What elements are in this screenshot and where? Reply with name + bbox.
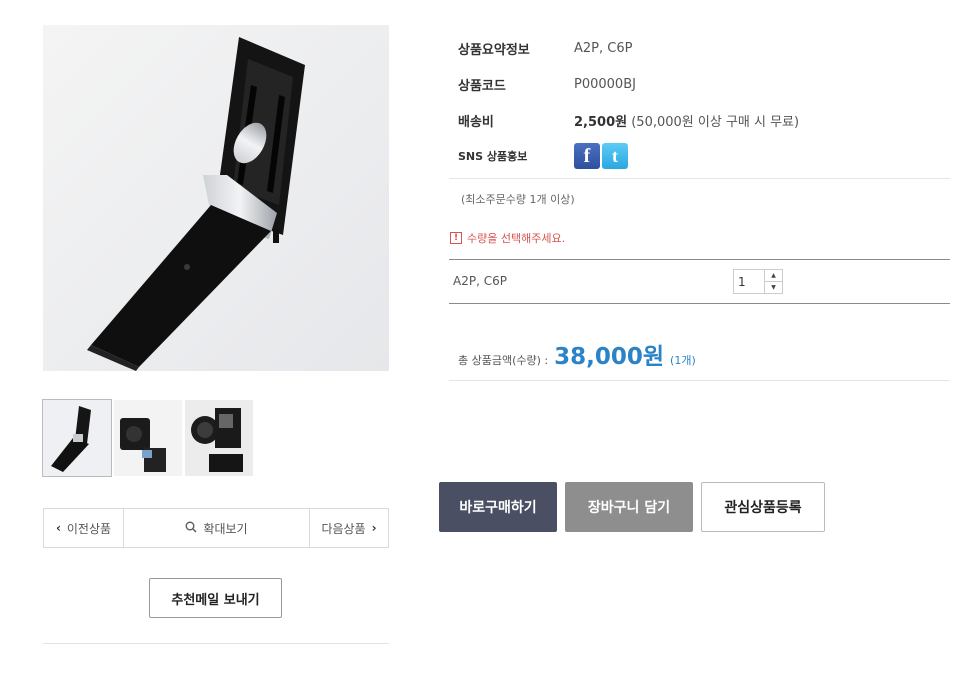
thumbnail-1[interactable] (42, 399, 112, 477)
code-value: P00000BJ (574, 76, 636, 92)
sns-row: SNS 상품홍보 f t (458, 138, 950, 174)
zoom-label: 확대보기 (203, 521, 248, 536)
prev-product-button[interactable]: ‹ 이전상품 (44, 509, 124, 547)
facebook-icon[interactable]: f (574, 143, 600, 169)
search-icon (185, 521, 197, 536)
quantity-input[interactable] (734, 270, 764, 293)
chevron-left-icon: ‹ (55, 521, 61, 535)
add-to-cart-button[interactable]: 장바구니 담기 (565, 482, 693, 532)
recommend-email-button[interactable]: 추천메일 보내기 (149, 578, 282, 618)
quantity-up-icon[interactable]: ▲ (765, 270, 782, 282)
product-nav-bar: ‹ 이전상품 확대보기 다음상품 › (43, 508, 389, 548)
divider (449, 303, 950, 304)
total-label: 총 상품금액(수량) : (458, 354, 549, 367)
total-price-block: 총 상품금액(수량) : 38,000원 (1개) (458, 337, 696, 371)
quantity-down-icon[interactable]: ▼ (765, 282, 782, 293)
divider (449, 259, 950, 260)
divider (43, 643, 389, 644)
warning-text: 수량을 선택해주세요. (467, 232, 566, 245)
buy-now-button[interactable]: 바로구매하기 (439, 482, 557, 532)
next-product-label: 다음상품 (321, 521, 366, 536)
total-count: (1개) (670, 354, 696, 367)
chevron-right-icon: › (371, 521, 377, 535)
quantity-stepper[interactable]: ▲ ▼ (733, 269, 783, 294)
product-info-table: 상품요약정보 A2P, C6P 상품코드 P00000BJ 배송비 2,500원… (458, 30, 950, 174)
divider (449, 380, 950, 381)
shipping-row: 배송비 2,500원 (50,000원 이상 구매 시 무료) (458, 102, 950, 138)
summary-value: A2P, C6P (574, 40, 633, 56)
thumbnail-2[interactable] (114, 400, 182, 476)
product-main-image[interactable] (43, 25, 389, 371)
shipping-note: (50,000원 이상 구매 시 무료) (631, 114, 800, 130)
prev-product-label: 이전상품 (66, 521, 112, 536)
code-row: 상품코드 P00000BJ (458, 66, 950, 102)
thumbnail-3[interactable] (185, 400, 253, 476)
wishlist-button[interactable]: 관심상품등록 (701, 482, 825, 532)
sns-icons: f t (574, 143, 628, 169)
code-label: 상품코드 (458, 78, 506, 94)
alert-icon: ! (450, 232, 462, 244)
divider (449, 178, 950, 179)
shipping-value: 2,500원 (50,000원 이상 구매 시 무료) (574, 111, 799, 130)
quantity-warning: ! 수량을 선택해주세요. (450, 230, 565, 246)
l-bracket-photo (87, 37, 305, 371)
shipping-price: 2,500원 (574, 114, 628, 130)
summary-row: 상품요약정보 A2P, C6P (458, 30, 950, 66)
twitter-icon[interactable]: t (602, 143, 628, 169)
shipping-label: 배송비 (458, 114, 494, 130)
total-price: 38,000원 (554, 344, 665, 370)
sns-label: SNS 상품홍보 (458, 150, 528, 163)
next-product-button[interactable]: 다음상품 › (310, 509, 388, 547)
thumbnail-strip (42, 399, 253, 477)
min-order-note: (최소주문수량 1개 이상) (461, 193, 575, 206)
option-name: A2P, C6P (453, 274, 507, 288)
quantity-arrows: ▲ ▼ (764, 270, 782, 293)
summary-label: 상품요약정보 (458, 42, 530, 58)
zoom-button[interactable]: 확대보기 (124, 509, 310, 547)
